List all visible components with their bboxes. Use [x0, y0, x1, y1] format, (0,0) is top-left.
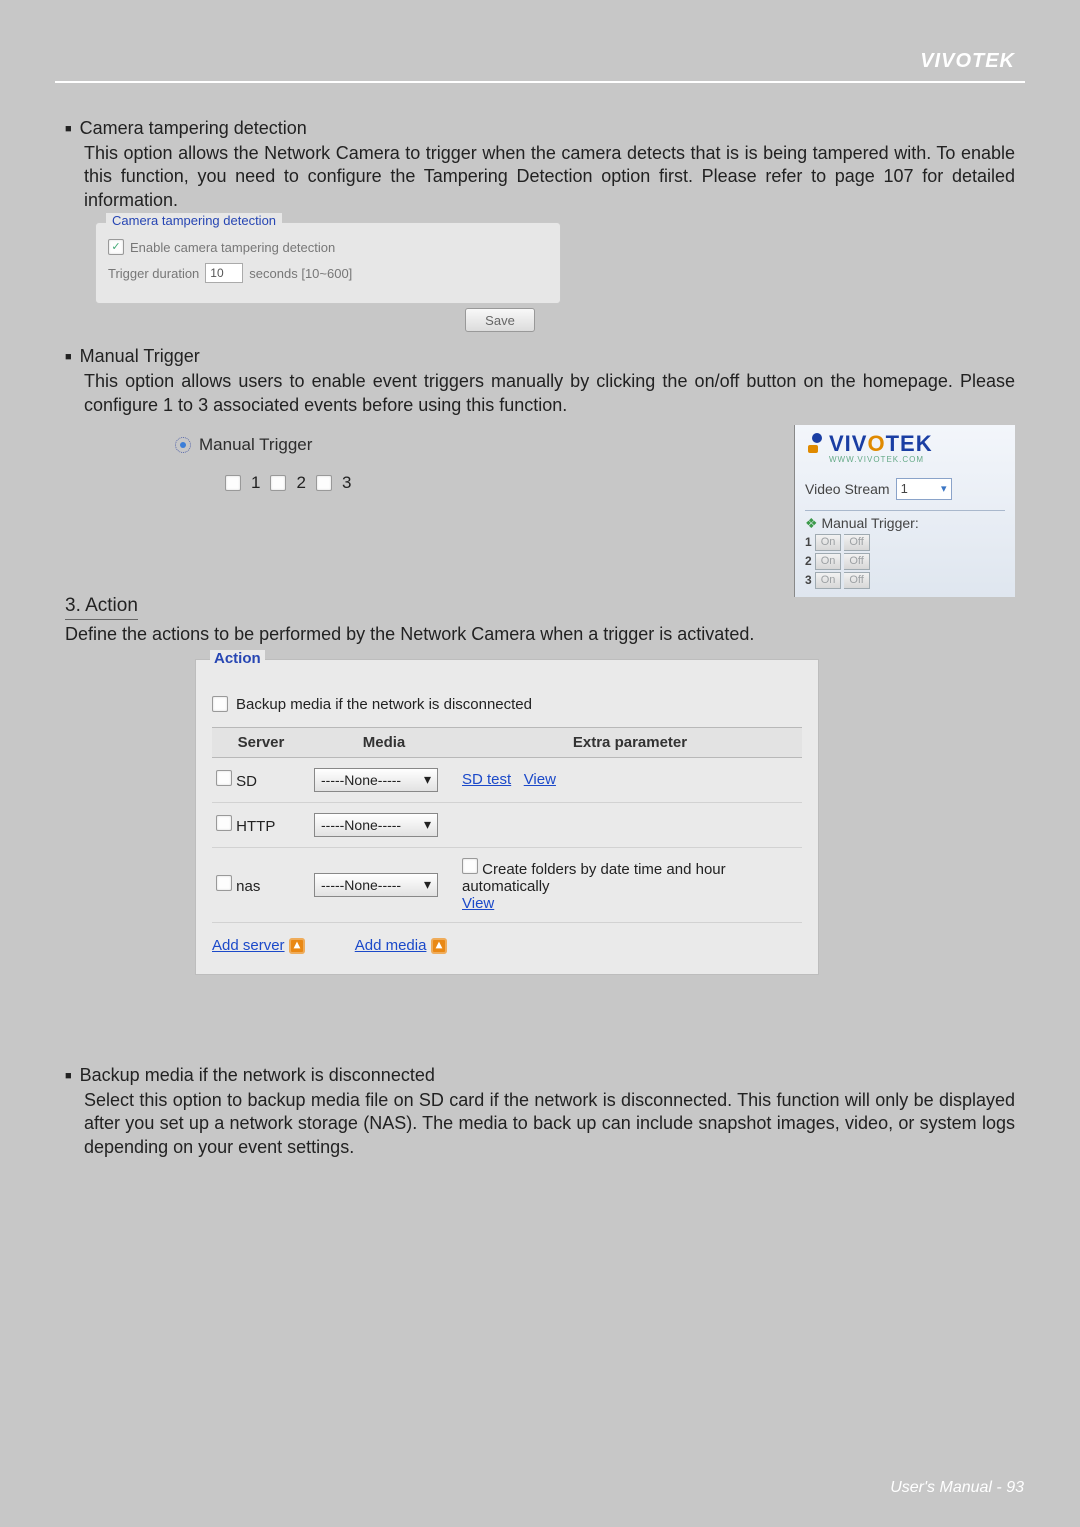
logo-icon — [805, 431, 825, 455]
mt-section-title: Manual Trigger: — [821, 515, 918, 531]
row-sd-label: SD — [236, 773, 257, 790]
doc-brand: VIVOTEK — [55, 50, 1025, 81]
logo-text: VIVOTEK — [829, 431, 933, 457]
th-server: Server — [212, 727, 310, 757]
mt-num-3: 3 — [342, 473, 351, 493]
video-stream-select[interactable]: 1 ▾ — [896, 478, 952, 500]
section-desc-manual: This option allows users to enable event… — [84, 370, 1015, 417]
mt-row-2-num: 2 — [805, 554, 812, 568]
bullet-icon: ■ — [65, 118, 72, 140]
chevron-down-icon: ▾ — [424, 816, 431, 833]
mt-row-1-num: 1 — [805, 535, 812, 549]
table-row: HTTP -----None----- ▾ — [212, 802, 802, 847]
row-sd-media-select[interactable]: -----None----- ▾ — [314, 768, 438, 792]
table-row: SD -----None----- ▾ SD test View — [212, 757, 802, 802]
row-http-label: HTTP — [236, 818, 275, 835]
mt2-off-button[interactable]: Off — [844, 553, 869, 570]
bullet-icon: ■ — [65, 346, 72, 368]
bullet-icon: ■ — [65, 1065, 72, 1087]
backup-label: Backup media if the network is disconnec… — [236, 696, 532, 713]
mt-check-3[interactable] — [316, 475, 332, 491]
add-media-icon: ▾ — [431, 938, 447, 954]
duration-hint: seconds [10~600] — [249, 266, 352, 281]
save-button[interactable]: Save — [465, 308, 535, 332]
row-http-checkbox[interactable] — [216, 815, 232, 831]
footer: User's Manual - 93 — [890, 1479, 1024, 1497]
section-desc-tamper: This option allows the Network Camera to… — [84, 142, 1015, 212]
nas-extra-label: Create folders by date time and hour aut… — [462, 861, 726, 895]
chevron-down-icon: ▾ — [941, 482, 947, 495]
duration-label: Trigger duration — [108, 266, 199, 281]
mt-check-2[interactable] — [270, 475, 286, 491]
action-table: Server Media Extra parameter SD -----Non… — [212, 727, 802, 923]
select-value: -----None----- — [321, 817, 401, 833]
sd-test-link[interactable]: SD test — [462, 771, 511, 788]
video-stream-label: Video Stream — [805, 481, 890, 497]
section-title-backup: Backup media if the network is disconnec… — [80, 1065, 435, 1086]
section3-desc: Define the actions to be performed by th… — [65, 624, 1015, 645]
expand-icon[interactable]: ❖ — [805, 515, 818, 531]
section-title-tamper: Camera tampering detection — [80, 118, 307, 139]
row-nas-media-select[interactable]: -----None----- ▾ — [314, 873, 438, 897]
enable-tamper-label: Enable camera tampering detection — [130, 240, 335, 255]
manual-trigger-radio[interactable] — [175, 437, 191, 453]
tamper-legend: Camera tampering detection — [106, 213, 282, 228]
mt-num-2: 2 — [296, 473, 305, 493]
row-nas-checkbox[interactable] — [216, 875, 232, 891]
footer-text: User's Manual - — [890, 1479, 1006, 1496]
mt-check-1[interactable] — [225, 475, 241, 491]
mt3-on-button[interactable]: On — [815, 572, 842, 589]
video-stream-value: 1 — [901, 481, 908, 496]
nas-view-link[interactable]: View — [462, 895, 494, 912]
enable-tamper-checkbox[interactable]: ✓ — [108, 239, 124, 255]
mt1-off-button[interactable]: Off — [844, 534, 869, 551]
footer-page: 93 — [1006, 1479, 1024, 1496]
row-nas-label: nas — [236, 878, 260, 895]
action-panel: Action Backup media if the network is di… — [195, 659, 819, 975]
mt1-on-button[interactable]: On — [815, 534, 842, 551]
tamper-panel: Camera tampering detection ✓ Enable came… — [95, 222, 561, 304]
row-http-media-select[interactable]: -----None----- ▾ — [314, 813, 438, 837]
action-panel-title: Action — [210, 650, 265, 667]
mt2-on-button[interactable]: On — [815, 553, 842, 570]
add-media-link[interactable]: Add media — [355, 937, 427, 954]
nas-folders-checkbox[interactable] — [462, 858, 478, 874]
header-rule — [55, 81, 1025, 83]
logo-sub: WWW.VIVOTEK.COM — [829, 455, 933, 464]
table-row: nas -----None----- ▾ Create folders by d… — [212, 847, 802, 922]
chevron-down-icon: ▾ — [424, 771, 431, 788]
manual-trigger-label: Manual Trigger — [199, 435, 312, 455]
sd-view-link[interactable]: View — [524, 771, 556, 788]
add-server-icon: ▾ — [289, 938, 305, 954]
backup-checkbox[interactable] — [212, 696, 228, 712]
duration-input[interactable] — [205, 263, 243, 283]
row-sd-checkbox[interactable] — [216, 770, 232, 786]
section-title-manual: Manual Trigger — [80, 346, 200, 367]
section-desc-backup: Select this option to backup media file … — [84, 1089, 1015, 1159]
th-media: Media — [310, 727, 458, 757]
th-extra: Extra parameter — [458, 727, 802, 757]
homepage-preview-panel: VIVOTEK WWW.VIVOTEK.COM Video Stream 1 ▾… — [794, 425, 1015, 597]
mt-num-1: 1 — [251, 473, 260, 493]
select-value: -----None----- — [321, 772, 401, 788]
mt3-off-button[interactable]: Off — [844, 572, 869, 589]
mt-row-3-num: 3 — [805, 573, 812, 587]
add-server-link[interactable]: Add server — [212, 937, 285, 954]
chevron-down-icon: ▾ — [424, 876, 431, 893]
select-value: -----None----- — [321, 877, 401, 893]
